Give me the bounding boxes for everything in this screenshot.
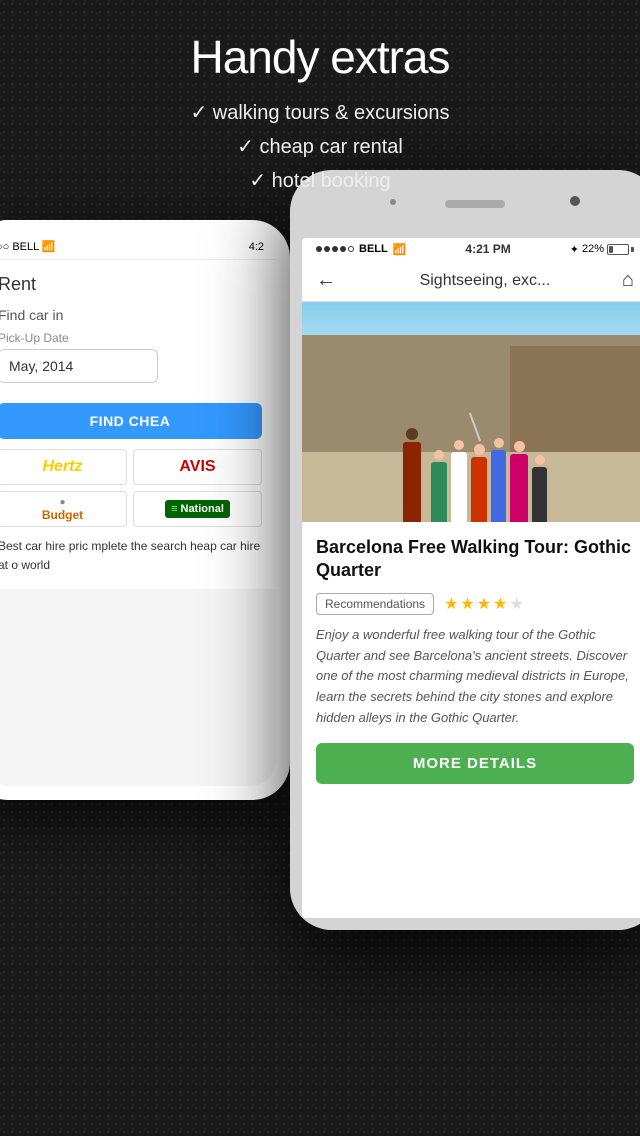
battery-tip: [631, 247, 634, 252]
tourist-3: [471, 444, 487, 522]
tourist-4: [491, 438, 506, 522]
feature-3: ✓ hotel booking: [20, 164, 620, 198]
tour-title: Barcelona Free Walking Tour: Gothic Quar…: [316, 536, 634, 583]
tour-description: Enjoy a wonderful free walking tour of t…: [316, 625, 634, 729]
status-left: BELL 📶: [316, 243, 406, 256]
nav-title: Sightseeing, exc...: [348, 272, 622, 290]
pickup-label: Pick-Up Date: [0, 331, 262, 345]
tag-stars-row: Recommendations ★ ★ ★ ★ ★: [316, 593, 634, 615]
signal-dot-1: [316, 246, 322, 252]
bluetooth-icon: ✦: [570, 243, 579, 256]
guide-sign: [469, 413, 481, 442]
header-section: Handy extras ✓ walking tours & excursion…: [0, 0, 640, 218]
battery-indicator: [607, 244, 634, 255]
back-carrier: ○○ BELL 📶: [0, 240, 56, 253]
signal-dots: [316, 246, 354, 252]
more-details-button[interactable]: MORE DETAILS: [316, 743, 634, 784]
header-features: ✓ walking tours & excursions ✓ cheap car…: [20, 96, 620, 198]
phone-screen: BELL 📶 4:21 PM ✦ 22% ←: [302, 238, 640, 918]
status-bar: BELL 📶 4:21 PM ✦ 22%: [302, 238, 640, 260]
tourist-1: [431, 450, 447, 522]
car-logos: Hertz AVIS ● Budget ≡ Natio: [0, 449, 262, 527]
content-area: Barcelona Free Walking Tour: Gothic Quar…: [302, 522, 640, 798]
signal-dot-4: [340, 246, 346, 252]
tourist-5: [510, 441, 528, 522]
guide-head: [406, 428, 418, 440]
best-price-text: Best car hire pric mplete the search hea…: [0, 537, 262, 575]
back-time: 4:2: [249, 241, 264, 253]
battery-bar: [607, 244, 629, 255]
find-cheap-button[interactable]: FIND CHEA: [0, 403, 262, 439]
home-button[interactable]: ⌂: [622, 269, 634, 292]
back-content: Rent Find car in Pick-Up Date May, 2014 …: [0, 260, 276, 589]
budget-logo: ● Budget: [0, 491, 127, 527]
back-status-bar: ○○ BELL 📶 4:2: [0, 234, 276, 260]
crowd: [302, 342, 640, 522]
star-5: ★: [509, 594, 523, 614]
hertz-logo: Hertz: [0, 449, 127, 485]
wifi-icon: 📶: [393, 243, 407, 256]
guide-body: [403, 442, 421, 522]
phone-back: ○○ BELL 📶 4:2 Rent Find car in Pick-Up D…: [0, 220, 290, 800]
star-3: ★: [477, 594, 491, 614]
date-input[interactable]: May, 2014: [0, 349, 158, 383]
find-car-label: Find car in: [0, 307, 262, 323]
national-logo: ≡ National: [133, 491, 262, 527]
tourist-2: [451, 440, 467, 522]
star-2: ★: [460, 594, 474, 614]
page-title: Handy extras: [20, 30, 620, 84]
signal-dot-3: [332, 246, 338, 252]
rent-title: Rent: [0, 274, 262, 295]
phone-front: BELL 📶 4:21 PM ✦ 22% ←: [290, 170, 640, 930]
back-button[interactable]: ←: [316, 269, 336, 292]
battery-percent: 22%: [582, 243, 604, 255]
recommendations-tag: Recommendations: [316, 593, 434, 615]
signal-dot-5: [348, 246, 354, 252]
feature-1: ✓ walking tours & excursions: [20, 96, 620, 130]
nav-bar: ← Sightseeing, exc... ⌂: [302, 260, 640, 302]
star-1: ★: [444, 594, 458, 614]
tour-image: [302, 302, 640, 522]
signal-dot-2: [324, 246, 330, 252]
feature-2: ✓ cheap car rental: [20, 130, 620, 164]
tourist-6: [532, 455, 547, 522]
star-rating: ★ ★ ★ ★ ★: [444, 594, 524, 614]
phones-wrapper: ○○ BELL 📶 4:2 Rent Find car in Pick-Up D…: [0, 170, 640, 1136]
status-right: ✦ 22%: [570, 243, 634, 256]
time-display: 4:21 PM: [465, 242, 510, 256]
battery-fill: [609, 246, 613, 253]
carrier-name: BELL: [359, 243, 388, 255]
avis-logo: AVIS: [133, 449, 262, 485]
star-4: ★: [493, 594, 507, 614]
guide: [403, 428, 421, 522]
phone-back-inner: ○○ BELL 📶 4:2 Rent Find car in Pick-Up D…: [0, 234, 276, 786]
